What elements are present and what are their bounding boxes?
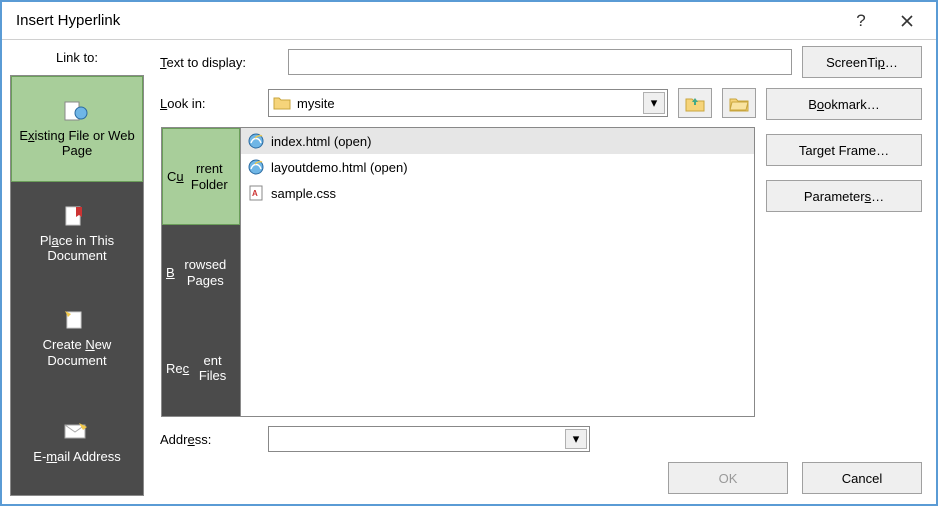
link-to-column: Link to: Existing File or Web Page Place … (2, 40, 152, 504)
link-to-icon (63, 421, 91, 445)
ok-button[interactable]: OK (668, 462, 788, 494)
link-to-icon (63, 309, 91, 333)
close-icon (900, 14, 914, 28)
link-to-icon (63, 205, 91, 229)
browse-tab-0[interactable]: Current Folder (162, 128, 240, 225)
main-area: Text to display: ScreenTip… Look in: mys… (152, 40, 936, 504)
browse-tabs: Current FolderBrowsed PagesRecent Files (161, 127, 241, 417)
side-buttons: Bookmark… Target Frame… Parameters… (766, 88, 922, 452)
up-one-level-button[interactable] (678, 88, 712, 118)
file-item[interactable]: Asample.css (241, 180, 754, 206)
target-frame-button[interactable]: Target Frame… (766, 134, 922, 166)
parameters-button[interactable]: Parameters… (766, 180, 922, 212)
screentip-button[interactable]: ScreenTip… (802, 46, 922, 78)
cancel-button[interactable]: Cancel (802, 462, 922, 494)
file-name: layoutdemo.html (open) (271, 160, 408, 175)
link-to-label: Link to: (56, 46, 98, 75)
browse-tab-1[interactable]: Browsed Pages (162, 225, 240, 320)
address-combobox[interactable]: ▾ (268, 426, 590, 452)
footer-buttons: OK Cancel (160, 462, 922, 494)
link-to-item-label: Place in This Document (15, 233, 139, 264)
link-to-icon (63, 100, 91, 124)
file-icon (247, 158, 265, 176)
file-name: index.html (open) (271, 134, 371, 149)
file-name: sample.css (271, 186, 336, 201)
link-to-item-label: Create New Document (15, 337, 139, 368)
look-in-dropdown[interactable]: mysite ▾ (268, 89, 668, 117)
file-item[interactable]: layoutdemo.html (open) (241, 154, 754, 180)
look-in-label: Look in: (160, 96, 258, 111)
link-to-item-3[interactable]: E-mail Address (11, 391, 143, 495)
address-row: Address: ▾ (160, 426, 756, 452)
link-to-item-0[interactable]: Existing File or Web Page (11, 76, 143, 182)
look-in-value: mysite (297, 96, 335, 111)
browse-button[interactable] (722, 88, 756, 118)
link-to-item-1[interactable]: Place in This Document (11, 182, 143, 286)
help-button[interactable]: ? (838, 5, 884, 37)
chevron-down-icon: ▾ (565, 429, 587, 449)
close-button[interactable] (884, 5, 930, 37)
file-icon (247, 132, 265, 150)
titlebar: Insert Hyperlink ? (2, 2, 936, 40)
link-to-panel: Existing File or Web Page Place in This D… (10, 75, 144, 496)
link-to-item-label: E-mail Address (33, 449, 120, 465)
file-item[interactable]: index.html (open) (241, 128, 754, 154)
text-to-display-label: Text to display: (160, 55, 278, 70)
window-title: Insert Hyperlink (16, 12, 838, 29)
link-to-item-label: Existing File or Web Page (16, 128, 138, 159)
link-to-item-2[interactable]: Create New Document (11, 287, 143, 391)
text-to-display-row: Text to display: ScreenTip… (160, 46, 922, 78)
svg-text:A: A (252, 189, 258, 198)
look-in-row: Look in: mysite ▾ (160, 88, 756, 118)
folder-open-icon (729, 94, 749, 112)
chevron-down-icon: ▾ (643, 92, 665, 114)
browse-tab-2[interactable]: Recent Files (162, 321, 240, 416)
address-label: Address: (160, 432, 258, 447)
folder-icon (273, 95, 291, 111)
folder-up-icon (685, 94, 705, 112)
file-list[interactable]: index.html (open) layoutdemo.html (open) A… (241, 127, 755, 417)
text-to-display-input[interactable] (288, 49, 792, 75)
file-icon: A (247, 184, 265, 202)
bookmark-button[interactable]: Bookmark… (766, 88, 922, 120)
